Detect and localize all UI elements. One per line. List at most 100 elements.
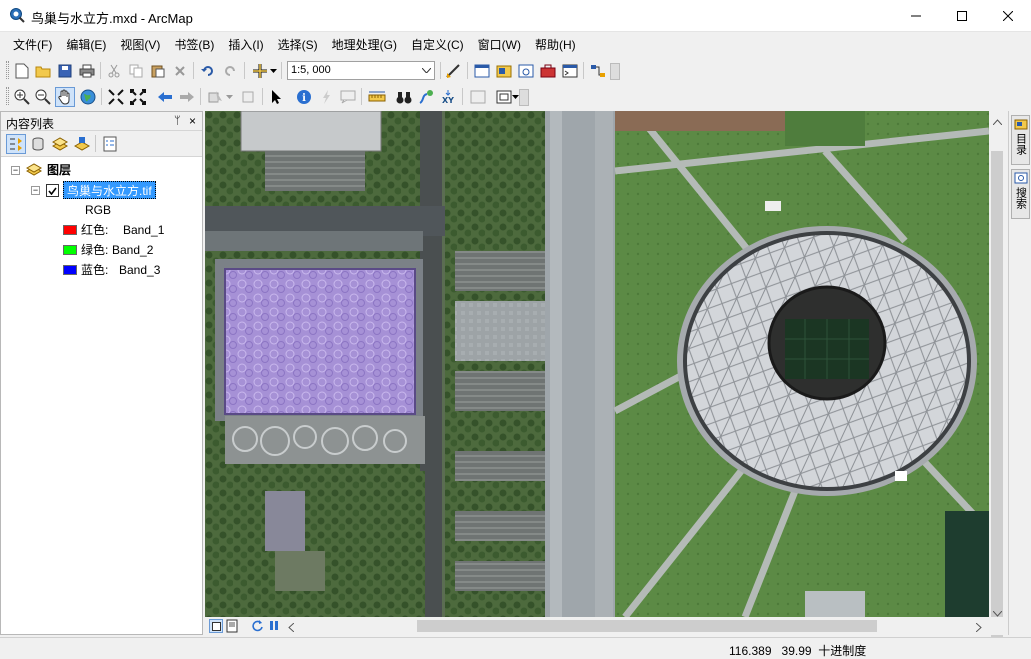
list-by-drawing-order-icon[interactable]: [6, 134, 26, 154]
python-window-icon[interactable]: [560, 61, 580, 81]
band-name: Band_1: [123, 223, 165, 237]
redo-icon[interactable]: [220, 61, 240, 81]
delete-icon[interactable]: [170, 61, 190, 81]
arctoolbox-icon[interactable]: [538, 61, 558, 81]
satellite-image: [205, 111, 989, 617]
collapse-icon[interactable]: −: [31, 186, 40, 195]
chevron-down-icon[interactable]: [419, 62, 434, 79]
layout-view-icon[interactable]: [226, 619, 238, 636]
band-legend-blue: 蓝色: Band_3: [1, 260, 201, 280]
svg-text:XY: XY: [442, 96, 454, 105]
go-forward-extent-icon[interactable]: [177, 87, 197, 107]
hyperlink-icon[interactable]: [316, 87, 336, 107]
horizontal-scroll-thumb[interactable]: [417, 620, 877, 632]
full-extent-globe-icon[interactable]: [78, 87, 98, 107]
pan-hand-icon[interactable]: [55, 87, 75, 107]
map-scale-combobox[interactable]: 1:5, 000: [287, 61, 435, 80]
status-bar: 116.389 39.99 十进制度: [0, 637, 1031, 659]
coordinate-readout: 116.389 39.99 十进制度: [729, 642, 866, 659]
menu-edit[interactable]: 编辑(E): [59, 34, 113, 56]
catalog-dock-tab[interactable]: 目录: [1011, 115, 1030, 165]
find-route-icon[interactable]: [416, 87, 436, 107]
menu-help[interactable]: 帮助(H): [528, 34, 583, 56]
select-dropdown-icon[interactable]: [224, 87, 234, 107]
search-dock-tab[interactable]: 搜索: [1011, 169, 1030, 219]
save-icon[interactable]: [55, 61, 75, 81]
paste-icon[interactable]: [148, 61, 168, 81]
list-by-selection-icon[interactable]: [72, 134, 92, 154]
layers-group-row[interactable]: − 图层: [1, 160, 201, 180]
maximize-button[interactable]: [939, 0, 985, 32]
menu-selection[interactable]: 选择(S): [271, 34, 325, 56]
layer-row[interactable]: − 鸟巢与水立方.tif: [1, 180, 201, 200]
fixed-zoom-in-icon[interactable]: [106, 87, 126, 107]
map-bottom-bar: [205, 617, 1006, 635]
toolbar-overflow-chevron[interactable]: [610, 63, 620, 80]
menu-bookmarks[interactable]: 书签(B): [167, 34, 221, 56]
list-by-visibility-icon[interactable]: [50, 134, 70, 154]
cut-icon[interactable]: [104, 61, 124, 81]
map-vertical-scrollbar[interactable]: [989, 111, 1006, 639]
menu-geoprocessing[interactable]: 地理处理(G): [325, 34, 404, 56]
close-window-button[interactable]: [985, 0, 1031, 32]
menu-bar: 文件(F) 编辑(E) 视图(V) 书签(B) 插入(I) 选择(S) 地理处理…: [0, 33, 1031, 57]
menu-customize[interactable]: 自定义(C): [404, 34, 471, 56]
layer-name[interactable]: 鸟巢与水立方.tif: [63, 181, 156, 199]
menu-windows[interactable]: 窗口(W): [471, 34, 528, 56]
editor-toolbar-icon[interactable]: [443, 61, 463, 81]
table-of-contents-window-icon[interactable]: [472, 61, 492, 81]
copy-icon[interactable]: [126, 61, 146, 81]
toolbar-grip[interactable]: [6, 61, 9, 79]
svg-text:i: i: [302, 93, 306, 104]
zoom-in-icon[interactable]: [12, 87, 32, 107]
measure-ruler-icon[interactable]: [367, 87, 387, 107]
menu-view[interactable]: 视图(V): [113, 34, 167, 56]
data-view-icon[interactable]: [209, 619, 223, 633]
zoom-out-icon[interactable]: [33, 87, 53, 107]
undo-icon[interactable]: [198, 61, 218, 81]
map-display[interactable]: [205, 111, 989, 617]
add-data-icon[interactable]: [250, 61, 270, 81]
scroll-up-arrow-icon[interactable]: [992, 114, 1003, 128]
vertical-scroll-thumb[interactable]: [991, 151, 1003, 639]
print-icon[interactable]: [77, 61, 97, 81]
toc-tree: − 图层 − 鸟巢与水立方.tif RGB 红色: Band_1 绿色: Ban…: [1, 157, 202, 634]
go-back-extent-icon[interactable]: [155, 87, 175, 107]
model-builder-icon[interactable]: [588, 61, 608, 81]
open-folder-icon[interactable]: [33, 61, 53, 81]
time-slider-icon[interactable]: [468, 87, 488, 107]
pause-drawing-icon[interactable]: [269, 620, 279, 634]
collapse-icon[interactable]: −: [11, 166, 20, 175]
toolbar-overflow-chevron[interactable]: [519, 89, 529, 106]
menu-file[interactable]: 文件(F): [6, 34, 59, 56]
toolbar-grip[interactable]: [6, 87, 9, 105]
catalog-window-icon[interactable]: [494, 61, 514, 81]
band-color-label: 蓝色:: [81, 263, 109, 277]
identify-icon[interactable]: i: [294, 87, 314, 107]
list-by-source-icon[interactable]: [28, 134, 48, 154]
toc-header: 内容列表 ᛘ ×: [1, 112, 202, 131]
clear-selection-icon[interactable]: [238, 87, 258, 107]
minimize-button[interactable]: [893, 0, 939, 32]
scroll-right-arrow-icon[interactable]: [975, 621, 982, 635]
pin-icon[interactable]: ᛘ: [174, 115, 181, 127]
select-elements-arrow-icon[interactable]: [267, 87, 287, 107]
catalog-icon: [1014, 119, 1027, 130]
search-window-icon[interactable]: [516, 61, 536, 81]
band-legend-green: 绿色: Band_2: [1, 240, 201, 260]
menu-insert[interactable]: 插入(I): [221, 34, 270, 56]
go-to-xy-icon[interactable]: XY: [438, 87, 458, 107]
red-band-swatch: [63, 225, 77, 235]
toc-options-icon[interactable]: [100, 134, 120, 154]
scroll-left-arrow-icon[interactable]: [288, 621, 295, 635]
close-icon[interactable]: ×: [189, 114, 196, 128]
layer-visibility-checkbox[interactable]: [46, 184, 59, 197]
find-binoculars-icon[interactable]: [394, 87, 414, 107]
new-document-icon[interactable]: [12, 61, 32, 81]
html-popup-icon[interactable]: [338, 87, 358, 107]
add-data-dropdown-icon[interactable]: [268, 61, 278, 81]
search-window-icon: [1014, 172, 1027, 184]
fixed-zoom-out-icon[interactable]: [128, 87, 148, 107]
refresh-icon[interactable]: [251, 619, 264, 635]
select-features-icon[interactable]: [206, 87, 226, 107]
